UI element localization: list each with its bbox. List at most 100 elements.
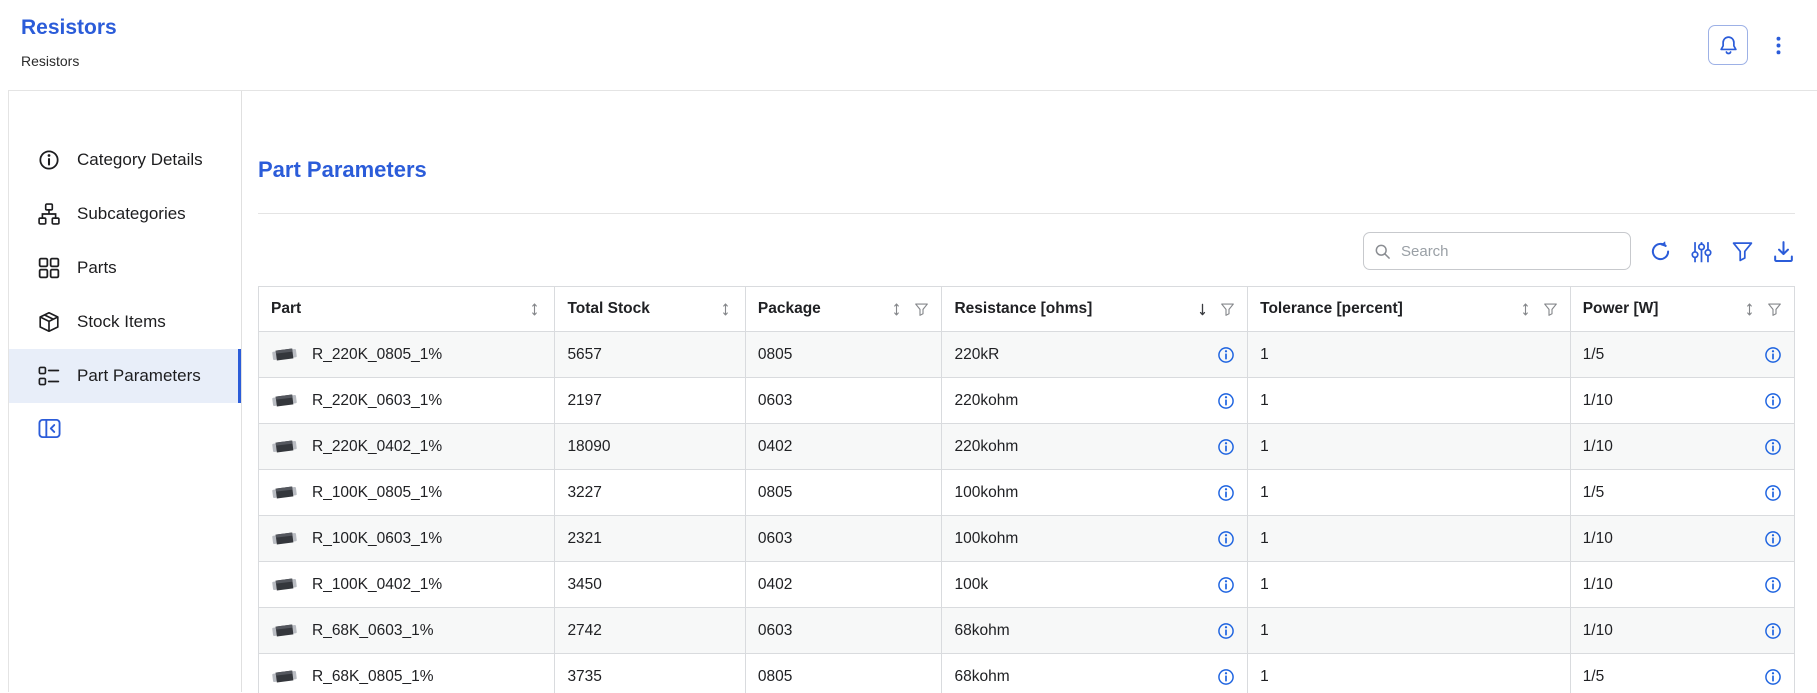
- tolerance-cell: 1: [1248, 654, 1571, 693]
- table-row[interactable]: R_220K_0402_1% 18090 0402 220kohm 1: [259, 424, 1795, 470]
- overflow-menu-button[interactable]: [1768, 35, 1789, 56]
- part-thumbnail[interactable]: [271, 530, 298, 547]
- search-input[interactable]: [1399, 242, 1620, 261]
- parameter-info-button[interactable]: [1764, 484, 1782, 502]
- parameter-info-button[interactable]: [1217, 576, 1235, 594]
- column-header-tolerance[interactable]: Tolerance [percent]: [1248, 287, 1571, 332]
- total-stock-cell: 3450: [555, 562, 745, 608]
- part-name: R_220K_0603_1%: [312, 392, 442, 410]
- resistor-image: [270, 666, 299, 686]
- part-name: R_220K_0805_1%: [312, 346, 442, 364]
- info-icon: [1764, 622, 1782, 640]
- table-toolbar: [258, 232, 1795, 270]
- parameter-info-button[interactable]: [1217, 530, 1235, 548]
- table-row[interactable]: R_100K_0805_1% 3227 0805 100kohm 1: [259, 470, 1795, 516]
- resistance-cell: 68kohm: [942, 608, 1248, 654]
- power-value: 1/5: [1583, 668, 1605, 686]
- filter-button[interactable]: [1731, 240, 1754, 263]
- parameter-info-button[interactable]: [1764, 392, 1782, 410]
- notifications-button[interactable]: [1708, 25, 1748, 65]
- part-thumbnail[interactable]: [271, 392, 298, 409]
- resistance-value: 68kohm: [954, 622, 1009, 640]
- info-icon: [1764, 346, 1782, 364]
- sidebar-item-subcategories[interactable]: Subcategories: [9, 187, 241, 241]
- part-cell: R_100K_0402_1%: [259, 562, 555, 608]
- column-label: Total Stock: [567, 300, 649, 318]
- column-header-resistance[interactable]: Resistance [ohms]: [942, 287, 1248, 332]
- total-stock-cell: 2197: [555, 378, 745, 424]
- table-row[interactable]: R_220K_0603_1% 2197 0603 220kohm 1: [259, 378, 1795, 424]
- parameter-info-button[interactable]: [1217, 346, 1235, 364]
- breadcrumb[interactable]: Resistors: [21, 53, 117, 69]
- part-cell: R_100K_0805_1%: [259, 470, 555, 516]
- part-thumbnail[interactable]: [271, 438, 298, 455]
- table-row[interactable]: R_100K_0603_1% 2321 0603 100kohm 1: [259, 516, 1795, 562]
- tolerance-cell: 1: [1248, 378, 1571, 424]
- table-row[interactable]: R_68K_0805_1% 3735 0805 68kohm 1: [259, 654, 1795, 693]
- parameter-info-button[interactable]: [1764, 576, 1782, 594]
- total-stock-cell: 2742: [555, 608, 745, 654]
- resistance-value: 100k: [954, 576, 988, 594]
- part-thumbnail[interactable]: [271, 622, 298, 639]
- column-filter-icon[interactable]: [914, 302, 929, 317]
- column-settings-button[interactable]: [1690, 240, 1713, 263]
- sort-icon: [1518, 302, 1533, 317]
- parameter-info-button[interactable]: [1764, 668, 1782, 686]
- part-name: R_100K_0402_1%: [312, 576, 442, 594]
- kebab-menu-icon: [1768, 35, 1789, 56]
- column-filter-icon[interactable]: [1220, 302, 1235, 317]
- refresh-button[interactable]: [1649, 240, 1672, 263]
- info-icon: [1217, 346, 1235, 364]
- info-icon: [1764, 392, 1782, 410]
- column-filter-icon[interactable]: [1543, 302, 1558, 317]
- part-thumbnail[interactable]: [271, 346, 298, 363]
- resistance-cell: 220kR: [942, 332, 1248, 378]
- sidebar-item-category-details[interactable]: Category Details: [9, 133, 241, 187]
- collapse-sidebar-icon: [38, 417, 61, 440]
- section-title: Part Parameters: [258, 157, 1795, 183]
- column-label: Package: [758, 300, 821, 318]
- info-icon: [1217, 484, 1235, 502]
- sidebar-item-label: Part Parameters: [77, 366, 201, 386]
- column-header-package[interactable]: Package: [745, 287, 942, 332]
- page-header: Resistors Resistors: [0, 0, 1817, 90]
- column-filter-icon[interactable]: [1767, 302, 1782, 317]
- package-cell: 0603: [745, 608, 942, 654]
- page-header-actions: [1708, 0, 1789, 90]
- parameter-info-button[interactable]: [1764, 530, 1782, 548]
- page-title: Resistors: [21, 16, 117, 40]
- sort-icon: [1742, 302, 1757, 317]
- parameter-info-button[interactable]: [1764, 622, 1782, 640]
- part-thumbnail[interactable]: [271, 484, 298, 501]
- table-row[interactable]: R_68K_0603_1% 2742 0603 68kohm 1: [259, 608, 1795, 654]
- power-cell: 1/5: [1570, 654, 1794, 693]
- section-divider: [258, 213, 1795, 214]
- parameter-info-button[interactable]: [1764, 346, 1782, 364]
- parameter-info-button[interactable]: [1217, 622, 1235, 640]
- info-icon: [1764, 438, 1782, 456]
- sidebar-item-stock-items[interactable]: Stock Items: [9, 295, 241, 349]
- sidebar-item-part-parameters[interactable]: Part Parameters: [9, 349, 241, 403]
- table-row[interactable]: R_220K_0805_1% 5657 0805 220kR 1: [259, 332, 1795, 378]
- parameter-info-button[interactable]: [1217, 392, 1235, 410]
- sidebar-item-parts[interactable]: Parts: [9, 241, 241, 295]
- sort-descending-icon: [1195, 302, 1210, 317]
- part-thumbnail[interactable]: [271, 668, 298, 685]
- parameter-info-button[interactable]: [1217, 484, 1235, 502]
- tolerance-cell: 1: [1248, 332, 1571, 378]
- parameter-info-button[interactable]: [1217, 438, 1235, 456]
- power-value: 1/5: [1583, 484, 1605, 502]
- table-row[interactable]: R_100K_0402_1% 3450 0402 100k 1: [259, 562, 1795, 608]
- package-cell: 0402: [745, 562, 942, 608]
- column-header-power[interactable]: Power [W]: [1570, 287, 1794, 332]
- column-header-total-stock[interactable]: Total Stock: [555, 287, 745, 332]
- resistance-value: 68kohm: [954, 668, 1009, 686]
- resistor-image: [270, 574, 299, 594]
- collapse-sidebar-button[interactable]: [38, 417, 61, 440]
- download-button[interactable]: [1772, 240, 1795, 263]
- column-header-part[interactable]: Part: [259, 287, 555, 332]
- parameter-info-button[interactable]: [1217, 668, 1235, 686]
- parameter-info-button[interactable]: [1764, 438, 1782, 456]
- part-thumbnail[interactable]: [271, 576, 298, 593]
- part-cell: R_68K_0805_1%: [259, 654, 555, 693]
